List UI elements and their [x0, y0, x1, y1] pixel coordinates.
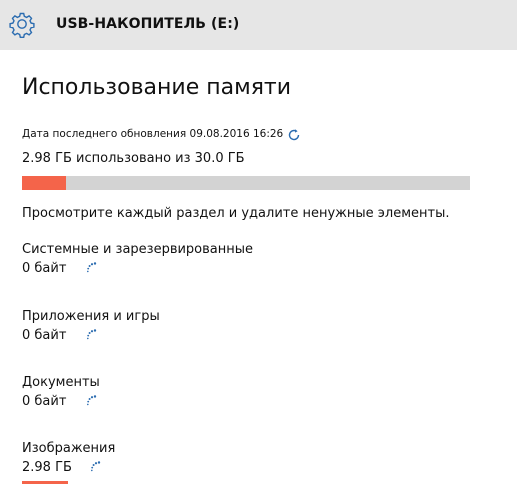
category-name: Системные и зарезервированные	[22, 242, 254, 257]
category-size: 0 байт	[22, 261, 67, 276]
instructions-text: Просмотрите каждый раздел и удалите нену…	[22, 206, 450, 221]
category-name: Приложения и игры	[22, 309, 160, 324]
gear-icon[interactable]	[8, 10, 36, 38]
loading-spinner-icon	[87, 395, 97, 406]
category-name: Изображения	[22, 441, 116, 456]
category-usage-indicator	[22, 481, 68, 484]
title-bar: USB-НАКОПИТЕЛЬ (E:)	[0, 0, 517, 50]
storage-usage-bar-fill	[22, 176, 67, 190]
last-updated-text: Дата последнего обновления 09.08.2016 16…	[22, 128, 284, 140]
category-size: 0 байт	[22, 328, 67, 343]
storage-usage-bar	[22, 176, 470, 190]
loading-spinner-icon	[87, 329, 97, 340]
category-documents[interactable]: Документы 0 байт	[22, 375, 322, 419]
category-system-reserved[interactable]: Системные и зарезервированные 0 байт	[22, 242, 322, 286]
window-title: USB-НАКОПИТЕЛЬ (E:)	[56, 16, 240, 32]
category-name: Документы	[22, 375, 100, 390]
category-size: 2.98 ГБ	[22, 460, 72, 475]
category-size: 0 байт	[22, 394, 67, 409]
loading-spinner-icon	[87, 262, 97, 273]
refresh-icon[interactable]	[286, 127, 302, 143]
category-pictures[interactable]: Изображения 2.98 ГБ	[22, 441, 322, 485]
category-apps-games[interactable]: Приложения и игры 0 байт	[22, 309, 322, 353]
used-space-text: 2.98 ГБ использовано из 30.0 ГБ	[22, 151, 245, 166]
loading-spinner-icon	[91, 461, 101, 472]
page-title: Использование памяти	[22, 75, 292, 100]
